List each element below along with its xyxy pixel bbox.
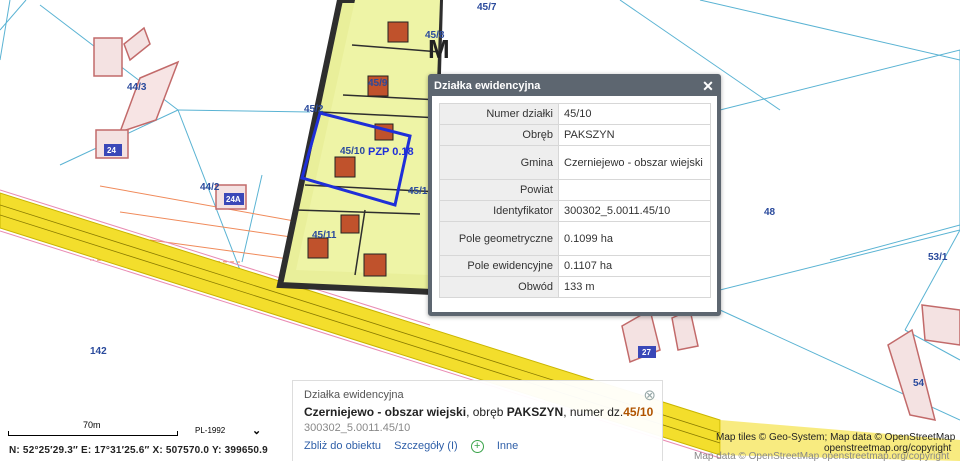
parcel-attributes-table: Numer działki 45/10 Obręb PAKSZYN Gmina Czern… [439,103,711,298]
summary-separator: , obręb [466,405,507,419]
details-link[interactable]: Szczegóły (I) [394,440,458,452]
info-actions: Zbliż do obiektu Szczegóły (I) + Inne [304,440,528,453]
attribute-row: Numer działki 45/10 [439,103,711,125]
attribute-value: 0.1099 ha [558,221,711,256]
attribute-value: 0.1107 ha [558,255,711,277]
info-title: Działka ewidencyjna [304,389,404,401]
parcel-label: 53/1 [928,252,948,263]
close-icon[interactable]: ✕ [701,78,715,94]
attribute-value: 300302_5.0011.45/10 [558,200,711,222]
zone-letter: M [428,34,450,64]
attribute-key: Pole geometryczne [439,221,559,256]
obreb-name: PAKSZYN [506,405,564,419]
attribute-value: 133 m [558,276,711,298]
attribute-row: Obwód 133 m [439,276,711,298]
attribute-value [558,179,711,201]
scale-bar: 70m [8,420,178,437]
house-number: 24A [226,195,241,204]
map-attribution: Map tiles © Geo-System; Map data © OpenS… [716,432,956,454]
scale-label: 70m [83,420,101,430]
attribute-row: Powiat [439,179,711,201]
parcel-popup: Działka ewidencyjna ✕ Numer działki 45/10… [428,74,721,316]
parcel-label: 45/9 [368,78,388,89]
attribution-line-1: Map tiles © Geo-System; Map data © OpenS… [716,432,956,443]
parcel-label: 45/2 [304,104,324,115]
attribute-key: Obręb [439,124,559,146]
zoom-to-object-link[interactable]: Zbliż do obiektu [304,440,381,452]
parcel-label: 54 [913,378,925,389]
parcel-label: 45/11 [312,230,337,241]
house-number: 24 [107,146,116,155]
other-link[interactable]: Inne [497,440,518,452]
cursor-coordinates: N: 52°25′29.3″ E: 17°31′25.6″ X: 507570.… [0,441,292,461]
attribute-key: Pole ewidencyjne [439,255,559,277]
parcel-summary: Czerniejewo - obszar wiejski, obręb PAKS… [304,405,653,419]
attribution-line-2: openstreetmap.org/copyright [824,443,952,454]
attribute-value: 45/10 [558,103,711,125]
crs-label: PL-1992 [195,426,226,435]
attribute-key: Powiat [439,179,559,201]
popup-title: Działka ewidencyjna [434,80,541,92]
info-panel: Działka ewidencyjna ⊗ Czerniejewo - obsz… [292,380,663,461]
pzp-label: PZP 0.18 [368,146,414,158]
plus-icon[interactable]: + [470,440,484,453]
parcel-label: 45/1 [408,186,428,197]
attribute-row: Pole geometryczne 0.1099 ha [439,221,711,256]
parcel-number: 45/10 [623,405,654,419]
parcel-identifier: 300302_5.0011.45/10 [304,422,411,434]
parcel-label: 44/2 [200,182,220,193]
parcel-label: 45/10 [340,146,366,157]
popup-header: Działka ewidencyjna ✕ [432,78,717,96]
close-icon[interactable]: ⊗ [643,386,656,404]
scale-line [8,431,178,436]
house-number: 27 [642,348,651,357]
attribute-value: PAKSZYN [558,124,711,146]
parcel-label: 48 [764,207,776,218]
attribute-value: Czerniejewo - obszar wiejski [558,145,711,180]
parcel-label: 45/7 [477,2,497,13]
attribute-row: Pole ewidencyjne 0.1107 ha [439,255,711,277]
chevron-down-icon[interactable]: ⌄ [252,424,261,437]
attribute-key: Obwód [439,276,559,298]
attribute-row: Obręb PAKSZYN [439,124,711,146]
attribute-row: Gmina Czerniejewo - obszar wiejski [439,145,711,180]
attribute-key: Numer działki [439,103,559,125]
attribute-key: Gmina [439,145,559,180]
parcel-label: 44/3 [127,82,147,93]
attribute-key: Identyfikator [439,200,559,222]
gmina-name: Czerniejewo - obszar wiejski [304,405,467,419]
attribute-row: Identyfikator 300302_5.0011.45/10 [439,200,711,222]
parcel-label: 142 [90,346,107,357]
summary-separator: , numer dz. [563,405,624,419]
